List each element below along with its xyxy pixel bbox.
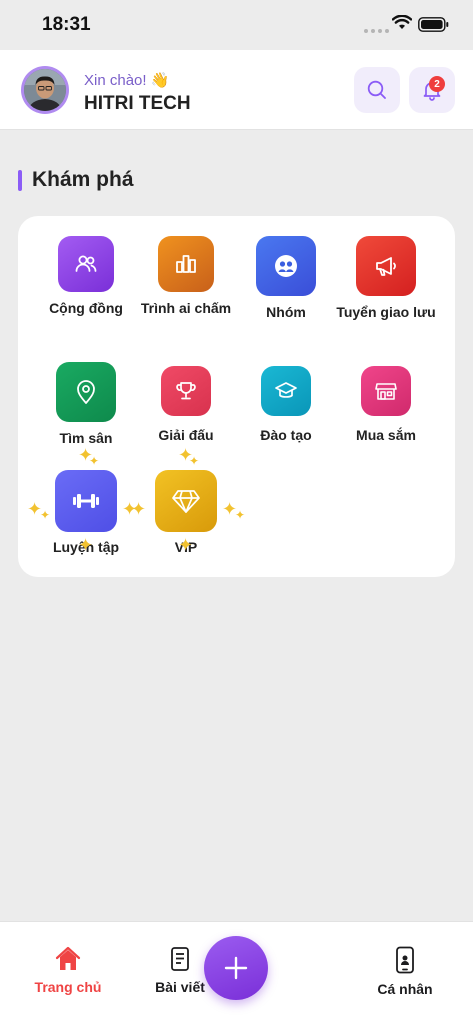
document-icon	[171, 947, 189, 971]
sparkle-decoration: ✦	[235, 508, 246, 522]
location-pin-icon	[56, 362, 116, 422]
nav-posts-label: Bài viết	[155, 979, 205, 995]
tile-shopping[interactable]: Mua sắm	[331, 366, 441, 444]
section-accent-bar	[18, 170, 22, 191]
users-icon	[58, 236, 114, 292]
sparkle-decoration: ✦	[178, 535, 194, 555]
tile-find-court[interactable]: Tìm sân	[31, 362, 141, 447]
notification-badge: 2	[429, 76, 445, 92]
nav-home[interactable]: Trang chủ	[31, 946, 105, 995]
wifi-icon	[392, 15, 412, 29]
dumbbell-icon	[55, 470, 117, 532]
status-time: 18:31	[42, 14, 91, 35]
search-button[interactable]	[354, 67, 400, 113]
tile-community[interactable]: Cộng đồng	[31, 236, 141, 317]
avatar-photo	[24, 69, 66, 111]
nav-profile[interactable]: Cá nhân	[372, 946, 438, 997]
username: HITRI TECH	[84, 93, 191, 114]
sparkle-decoration: ✦	[89, 454, 100, 468]
phone-profile-icon	[396, 946, 414, 974]
search-icon	[367, 80, 386, 99]
nav-profile-label: Cá nhân	[377, 981, 433, 997]
tile-group[interactable]: Nhóm	[231, 236, 341, 321]
bar-chart-icon	[158, 236, 214, 292]
tile-label: Cộng đồng	[49, 300, 123, 316]
store-icon	[361, 366, 411, 416]
nav-posts[interactable]: Bài viết	[150, 946, 210, 995]
tile-training[interactable]: Đào tạo	[231, 366, 341, 444]
megaphone-icon	[356, 236, 416, 296]
avatar[interactable]	[21, 66, 69, 114]
tile-recruit[interactable]: Tuyển giao lưu	[331, 236, 441, 321]
tile-tournament[interactable]: Giải đấu	[131, 366, 241, 444]
plus-icon	[224, 956, 248, 980]
explore-card: Cộng đồng Trình ai chấm Nhóm Tuyển giao …	[18, 216, 455, 577]
trophy-icon	[161, 366, 211, 416]
tile-ai-judge[interactable]: Trình ai chấm	[131, 236, 241, 317]
tile-label: Nhóm	[266, 304, 306, 320]
sparkle-decoration: ✦	[189, 454, 200, 468]
diamond-icon	[155, 470, 217, 532]
tile-label: Tuyển giao lưu	[336, 304, 436, 320]
graduation-cap-icon	[261, 366, 311, 416]
status-bar: 18:31	[0, 0, 473, 50]
sparkle-decoration: ✦	[131, 499, 147, 519]
notifications-button[interactable]: 2	[409, 67, 455, 113]
battery-icon	[418, 17, 449, 32]
tile-label: Trình ai chấm	[140, 300, 232, 316]
sparkle-decoration: ✦	[40, 508, 51, 522]
group-icon	[256, 236, 316, 296]
sparkle-decoration: ✦	[78, 535, 94, 555]
section-title: Khám phá	[32, 168, 134, 191]
home-icon	[55, 946, 81, 970]
tile-label: Đào tạo	[260, 427, 312, 443]
app-header: Xin chào! 👋 HITRI TECH 2	[0, 50, 473, 130]
tile-label: Giải đấu	[158, 427, 214, 443]
create-post-button[interactable]	[204, 936, 268, 1000]
nav-home-label: Trang chủ	[34, 979, 102, 995]
greeting-text: Xin chào! 👋	[84, 72, 170, 89]
tile-label: Mua sắm	[356, 427, 416, 443]
signal-icon	[364, 29, 389, 33]
